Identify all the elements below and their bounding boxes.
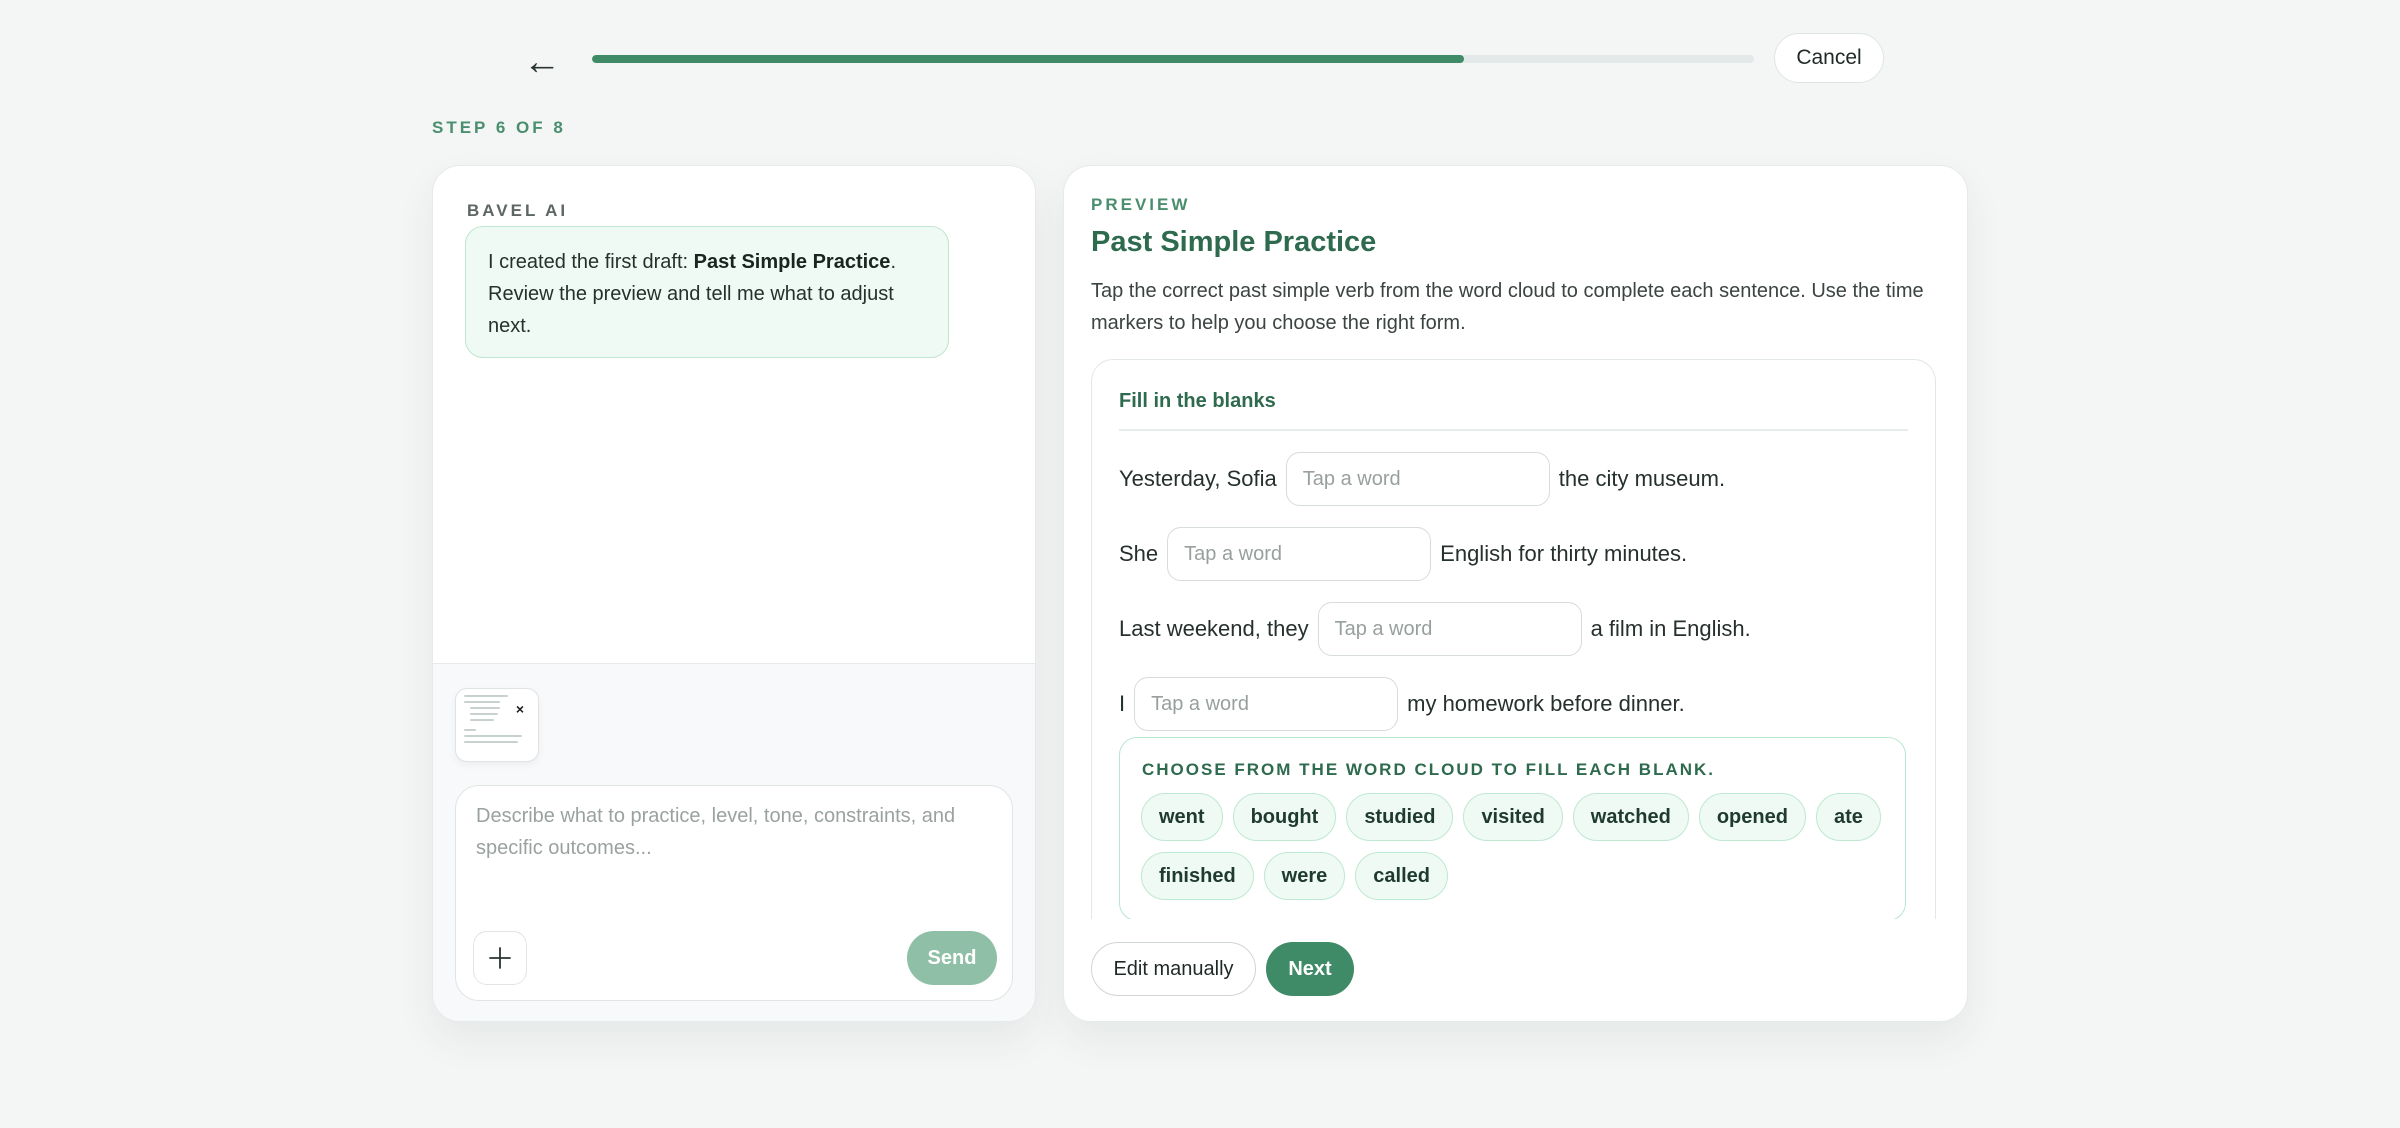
thumbnail-line (470, 713, 498, 715)
blank-input[interactable] (1167, 527, 1432, 581)
composer-area: × Send (433, 663, 1035, 1021)
word-chip-list: went bought studied visited watched open… (1141, 793, 1881, 900)
sentence-row: Yesterday, Sofia the city museum. (1119, 452, 1725, 506)
sentence-before: I (1119, 691, 1126, 716)
preview-label: PREVIEW (1091, 195, 1191, 214)
sentence-row: I my homework before dinner. (1119, 677, 1685, 731)
blank-input[interactable] (1285, 452, 1550, 506)
sentence-after: my homework before dinner. (1407, 691, 1685, 716)
exercise-title: Fill in the blanks (1119, 390, 1276, 412)
sentence-before: She (1119, 541, 1159, 566)
exercise-card: Fill in the blanks Yesterday, Sofia the … (1091, 359, 1936, 919)
thumbnail-line (464, 741, 518, 743)
step-indicator: STEP 6 OF 8 (432, 118, 566, 137)
word-chip[interactable]: went (1141, 793, 1223, 841)
word-cloud-label: CHOOSE FROM THE WORD CLOUD TO FILL EACH … (1142, 760, 1716, 779)
word-chip[interactable]: studied (1346, 793, 1454, 841)
word-chip[interactable]: watched (1572, 793, 1689, 841)
plus-icon (489, 947, 511, 969)
sentence-row: Last weekend, they a film in English. (1119, 602, 1751, 656)
word-chip[interactable]: opened (1698, 793, 1806, 841)
progress-bar (592, 55, 1754, 63)
divider (1119, 429, 1908, 431)
blank-input[interactable] (1317, 602, 1582, 656)
thumbnail-line (464, 695, 508, 697)
remove-attachment-icon[interactable]: × (516, 701, 524, 717)
sentence-before: Yesterday, Sofia (1119, 466, 1277, 491)
edit-manually-button[interactable]: Edit manually (1091, 942, 1256, 996)
assistant-message: I created the first draft: Past Simple P… (465, 226, 949, 358)
thumbnail-line (464, 735, 522, 737)
word-chip[interactable]: called (1355, 852, 1448, 900)
sentence-after: the city museum. (1558, 466, 1726, 491)
next-button[interactable]: Next (1266, 942, 1354, 996)
assistant-message-prefix: I created the first draft: (488, 251, 694, 273)
back-arrow-icon[interactable]: ← (520, 40, 564, 84)
thumbnail-line (470, 719, 494, 721)
add-attachment-button[interactable] (473, 931, 527, 985)
composer: Send (455, 785, 1013, 1001)
thumbnail-line (464, 701, 500, 703)
preview-title: Past Simple Practice (1091, 226, 1377, 258)
assistant-name: BAVEL AI (467, 201, 569, 220)
word-chip[interactable]: were (1263, 852, 1346, 900)
sentence-before: Last weekend, they (1119, 616, 1309, 641)
sentence-after: English for thirty minutes. (1440, 541, 1688, 566)
chat-panel: BAVEL AI I created the first draft: Past… (432, 165, 1036, 1022)
word-cloud: CHOOSE FROM THE WORD CLOUD TO FILL EACH … (1119, 737, 1906, 919)
cancel-button[interactable]: Cancel (1774, 33, 1884, 83)
thumbnail-line (470, 707, 500, 709)
sentence-row: She English for thirty minutes. (1119, 527, 1687, 581)
preview-panel: PREVIEW Past Simple Practice Tap the cor… (1063, 165, 1968, 1022)
thumbnail-line (464, 729, 476, 731)
word-chip[interactable]: visited (1463, 793, 1563, 841)
word-chip[interactable]: finished (1141, 852, 1254, 900)
attachment-thumbnail[interactable]: × (455, 688, 539, 762)
prompt-input[interactable] (476, 800, 986, 900)
blank-input[interactable] (1134, 677, 1399, 731)
word-chip[interactable]: ate (1815, 793, 1881, 841)
assistant-message-title: Past Simple Practice (693, 251, 891, 273)
sentence-after: a film in English. (1590, 616, 1751, 641)
preview-description: Tap the correct past simple verb from th… (1091, 280, 1924, 334)
send-button[interactable]: Send (907, 931, 997, 985)
progress-bar-fill (592, 55, 1464, 63)
word-chip[interactable]: bought (1232, 793, 1337, 841)
